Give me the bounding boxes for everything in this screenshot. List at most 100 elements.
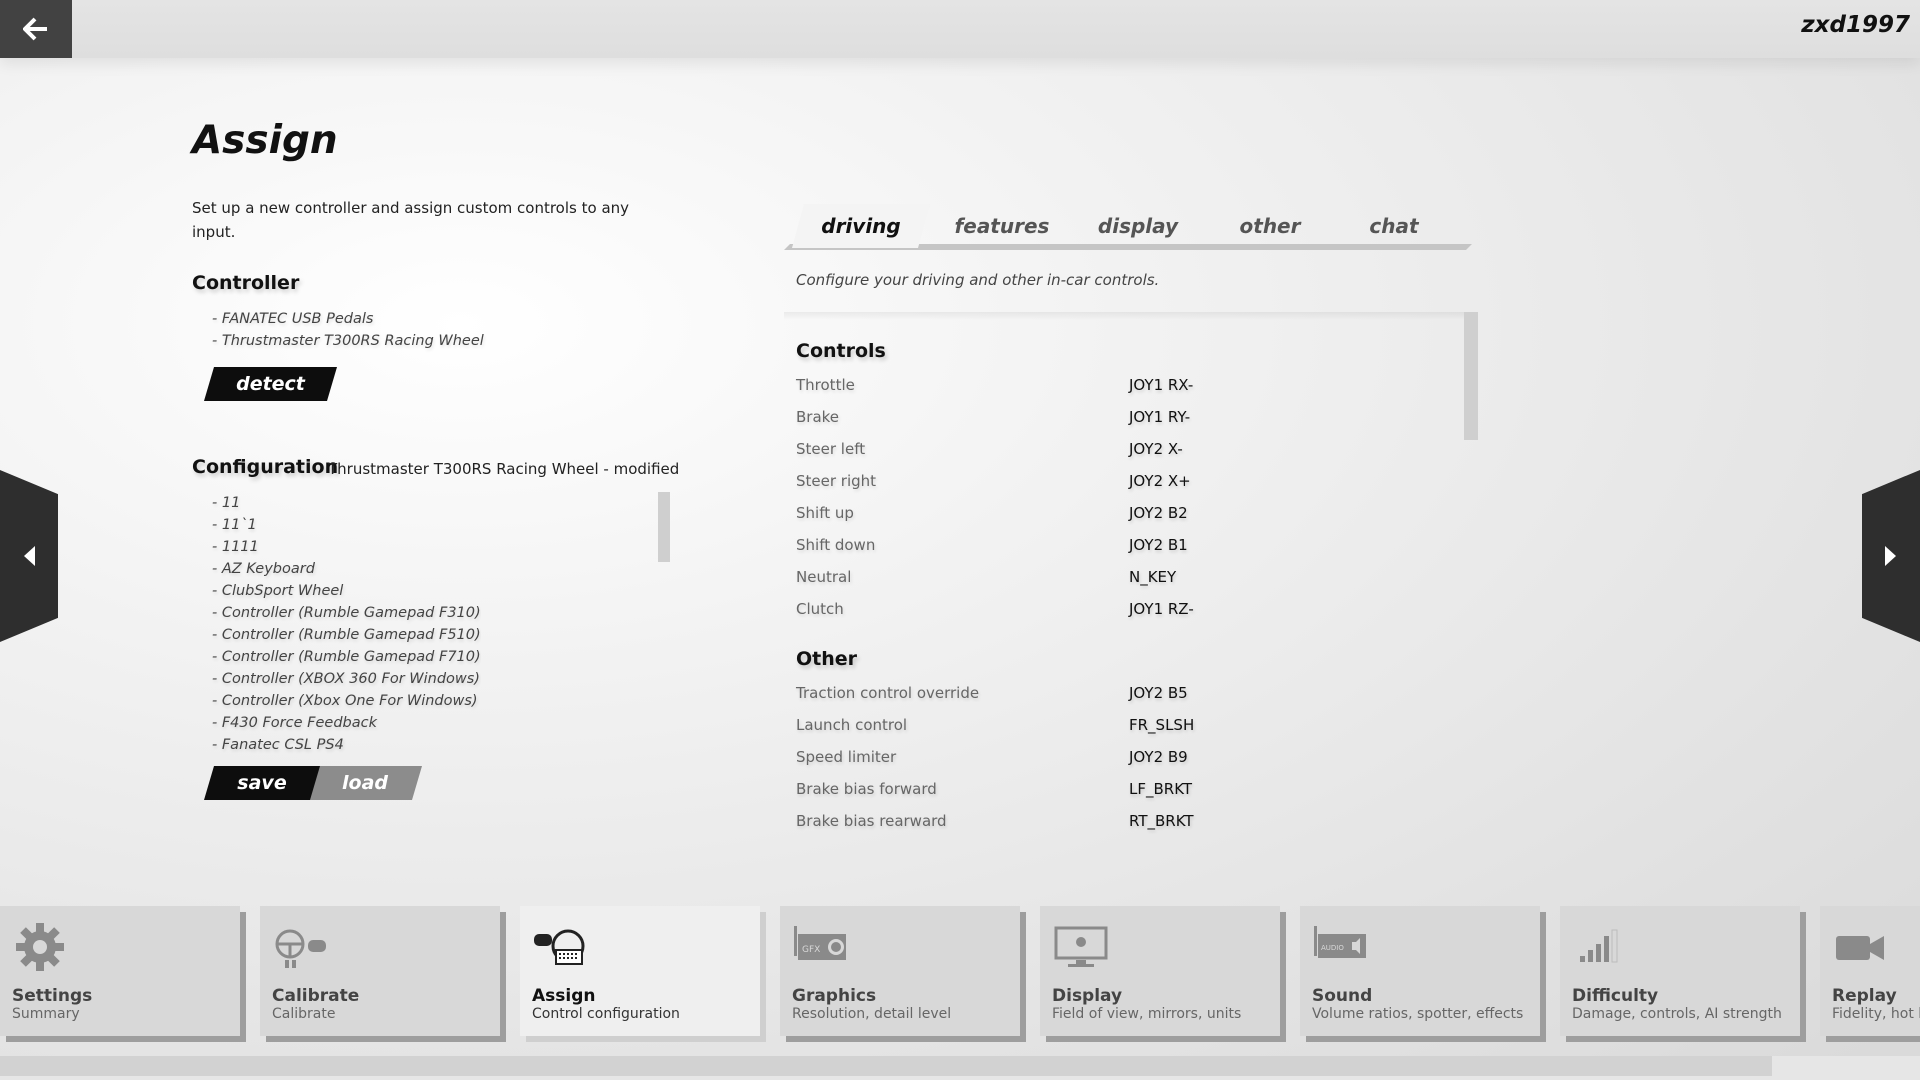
tab-other[interactable]: other bbox=[1206, 204, 1334, 248]
nav-card-title: Settings bbox=[12, 986, 93, 1006]
configuration-item[interactable]: - Fanatec CSL PS4 bbox=[212, 734, 481, 756]
binding-row-brake-bias-forward[interactable]: Brake bias forward LF_BRKT bbox=[784, 774, 1444, 806]
binding-value: LF_BRKT bbox=[1129, 780, 1193, 798]
back-button[interactable] bbox=[0, 0, 72, 58]
nav-card-subtitle: Control configuration bbox=[532, 1006, 680, 1022]
binding-value: JOY2 B9 bbox=[1129, 748, 1188, 766]
nav-card-difficulty[interactable]: Difficulty Damage, controls, AI strength bbox=[1560, 906, 1804, 1046]
tab-chat[interactable]: chat bbox=[1332, 204, 1456, 248]
monitor-icon bbox=[1054, 926, 1108, 967]
bottom-nav-scroll-thumb[interactable] bbox=[0, 1056, 1772, 1076]
configuration-item[interactable]: - 11`1 bbox=[212, 514, 481, 536]
binding-label: Launch control bbox=[796, 716, 908, 734]
bindings-scrollbar[interactable] bbox=[1464, 312, 1478, 440]
configuration-heading: Configuration bbox=[192, 456, 339, 478]
binding-row-shift-up[interactable]: Shift up JOY2 B2 bbox=[784, 498, 1444, 530]
bindings-panel: Controls Throttle JOY1 RX- Brake JOY1 RY… bbox=[784, 312, 1464, 834]
nav-card-sound[interactable]: AUDIO Sound Volume ratios, spotter, effe… bbox=[1300, 906, 1544, 1046]
nav-card-subtitle: Resolution, detail level bbox=[792, 1006, 952, 1022]
signal-bars-icon bbox=[1580, 929, 1618, 963]
nav-card-title: Replay bbox=[1832, 986, 1897, 1006]
configuration-item[interactable]: - 1111 bbox=[212, 536, 481, 558]
nav-card-graphics[interactable]: GFX Graphics Resolution, detail level bbox=[780, 906, 1024, 1046]
nav-card-subtitle: Field of view, mirrors, units bbox=[1052, 1006, 1242, 1022]
binding-row-speed-limiter[interactable]: Speed limiter JOY2 B9 bbox=[784, 742, 1444, 774]
other-heading: Other bbox=[796, 648, 858, 670]
binding-label: Brake bias forward bbox=[796, 780, 937, 798]
configuration-item[interactable]: - Controller (Rumble Gamepad F310) bbox=[212, 602, 481, 624]
binding-label: Steer right bbox=[796, 472, 877, 490]
configuration-item[interactable]: - Controller (Rumble Gamepad F510) bbox=[212, 624, 481, 646]
tab-description: Configure your driving and other in-car … bbox=[796, 271, 1160, 289]
binding-value: JOY2 X+ bbox=[1129, 472, 1191, 490]
gear-icon bbox=[16, 923, 64, 971]
nav-card-subtitle: Fidelity, hot l bbox=[1832, 1006, 1920, 1022]
binding-label: Brake bias rearward bbox=[796, 812, 947, 830]
controls-heading: Controls bbox=[796, 340, 886, 362]
nav-card-subtitle: Volume ratios, spotter, effects bbox=[1312, 1006, 1524, 1022]
wheel-gamepad-icon bbox=[275, 929, 326, 968]
page-title: Assign bbox=[192, 118, 338, 163]
bottom-navigation: Settings Summary Calibrate Calibrate Ass… bbox=[0, 906, 1920, 1046]
gfx-icon-text: GFX bbox=[802, 945, 820, 955]
binding-row-steer-right[interactable]: Steer right JOY2 X+ bbox=[784, 466, 1444, 498]
video-camera-icon bbox=[1836, 936, 1884, 960]
next-page-button[interactable] bbox=[1862, 470, 1920, 642]
nav-card-display[interactable]: Display Field of view, mirrors, units bbox=[1040, 906, 1284, 1046]
page-description: Set up a new controller and assign custo… bbox=[192, 199, 630, 241]
tab-features[interactable]: features bbox=[934, 204, 1070, 248]
binding-value: JOY2 B2 bbox=[1129, 504, 1188, 522]
configuration-item[interactable]: - ClubSport Wheel bbox=[212, 580, 481, 602]
configuration-item[interactable]: - Controller (XBOX 360 For Windows) bbox=[212, 668, 481, 690]
configuration-current: Thrustmaster T300RS Racing Wheel - modif… bbox=[328, 460, 680, 478]
binding-row-neutral[interactable]: Neutral N_KEY bbox=[784, 562, 1444, 594]
binding-label: Shift up bbox=[796, 504, 854, 522]
binding-row-steer-left[interactable]: Steer left JOY2 X- bbox=[784, 434, 1444, 466]
audio-icon-text: AUDIO bbox=[1321, 944, 1344, 952]
gfx-card-icon: GFX bbox=[794, 926, 846, 960]
tab-driving[interactable]: driving bbox=[792, 204, 930, 248]
binding-row-clutch[interactable]: Clutch JOY1 RZ- bbox=[784, 594, 1444, 626]
nav-card-subtitle: Summary bbox=[12, 1006, 80, 1022]
save-button[interactable]: save bbox=[204, 766, 320, 800]
configuration-item[interactable]: - F430 Force Feedback bbox=[212, 712, 481, 734]
binding-row-launch-control[interactable]: Launch control FR_SLSH bbox=[784, 710, 1444, 742]
binding-label: Throttle bbox=[796, 376, 855, 394]
configuration-list: - 11 - 11`1 - 1111 - AZ Keyboard - ClubS… bbox=[212, 492, 481, 756]
nav-card-replay[interactable]: Replay Fidelity, hot l bbox=[1820, 906, 1920, 1046]
configuration-item[interactable]: - Controller (Rumble Gamepad F710) bbox=[212, 646, 481, 668]
caret-right-icon bbox=[1885, 546, 1896, 566]
panel-top-divider bbox=[784, 312, 1464, 320]
configuration-item[interactable]: - 11 bbox=[212, 492, 481, 514]
configuration-item[interactable]: - AZ Keyboard bbox=[212, 558, 481, 580]
load-button[interactable]: load bbox=[308, 766, 422, 800]
previous-page-button[interactable] bbox=[0, 470, 58, 642]
binding-label: Steer left bbox=[796, 440, 866, 458]
nav-card-calibrate[interactable]: Calibrate Calibrate bbox=[260, 906, 504, 1046]
nav-card-settings[interactable]: Settings Summary bbox=[0, 906, 244, 1046]
binding-value: JOY2 X- bbox=[1129, 440, 1183, 458]
binding-row-brake-bias-rearward[interactable]: Brake bias rearward RT_BRKT bbox=[784, 806, 1444, 834]
controller-item[interactable]: - FANATEC USB Pedals bbox=[212, 308, 484, 330]
controller-item[interactable]: - Thrustmaster T300RS Racing Wheel bbox=[212, 330, 484, 352]
binding-value: JOY1 RY- bbox=[1129, 408, 1191, 426]
binding-row-shift-down[interactable]: Shift down JOY2 B1 bbox=[784, 530, 1444, 562]
nav-card-title: Calibrate bbox=[272, 986, 360, 1006]
nav-card-assign[interactable]: Assign Control configuration bbox=[520, 906, 764, 1046]
configuration-scrollbar[interactable] bbox=[658, 492, 670, 562]
gamepad-keyboard-wheel-icon bbox=[534, 929, 585, 965]
tab-display[interactable]: display bbox=[1074, 204, 1202, 248]
binding-row-traction-control-override[interactable]: Traction control override JOY2 B5 bbox=[784, 678, 1444, 710]
nav-card-title: Assign bbox=[532, 986, 596, 1006]
binding-tabs: driving features display other chat bbox=[784, 204, 1472, 248]
detect-button[interactable]: detect bbox=[204, 367, 337, 401]
nav-card-title: Difficulty bbox=[1572, 986, 1659, 1006]
binding-label: Speed limiter bbox=[796, 748, 897, 766]
binding-row-brake[interactable]: Brake JOY1 RY- bbox=[784, 402, 1444, 434]
binding-value: RT_BRKT bbox=[1129, 812, 1194, 830]
configuration-item[interactable]: - Controller (Xbox One For Windows) bbox=[212, 690, 481, 712]
nav-card-title: Sound bbox=[1312, 986, 1373, 1006]
binding-row-throttle[interactable]: Throttle JOY1 RX- bbox=[784, 370, 1444, 402]
arrow-left-icon bbox=[23, 17, 47, 41]
nav-card-title: Display bbox=[1052, 986, 1123, 1006]
